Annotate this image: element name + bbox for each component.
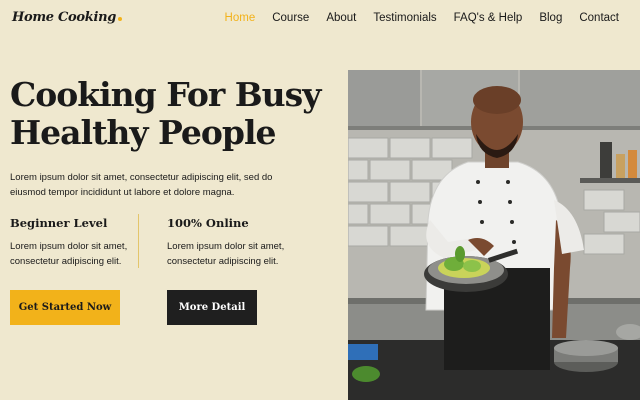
brand-logo[interactable]: Home Cooking [12, 10, 123, 25]
nav-contact[interactable]: Contact [579, 12, 619, 24]
main-nav: Home Course About Testimonials FAQ's & H… [225, 12, 619, 24]
nav-about[interactable]: About [326, 12, 356, 24]
nav-course[interactable]: Course [272, 12, 309, 24]
feature-divider [138, 214, 139, 268]
chef-illustration [348, 70, 640, 400]
feature-online: 100% Online Lorem ipsum dolor sit amet, … [167, 216, 317, 269]
nav-testimonials[interactable]: Testimonials [373, 12, 436, 24]
feature-title: 100% Online [167, 216, 249, 230]
hero-title: Cooking For Busy Healthy People [10, 75, 321, 152]
logo-dot-icon [118, 17, 123, 21]
brand-name: Home Cooking [12, 10, 117, 25]
hero-description: Lorem ipsum dolor sit amet, consectetur … [10, 172, 273, 198]
chef-cooking-photo [348, 70, 640, 400]
get-started-button[interactable]: Get Started Now [10, 290, 120, 325]
nav-home[interactable]: Home [225, 12, 256, 24]
nav-faq[interactable]: FAQ's & Help [454, 12, 523, 24]
feature-text: Lorem ipsum dolor sit amet, consectetur … [167, 241, 285, 267]
more-detail-button[interactable]: More Detail [167, 290, 257, 325]
nav-blog[interactable]: Blog [539, 12, 562, 24]
